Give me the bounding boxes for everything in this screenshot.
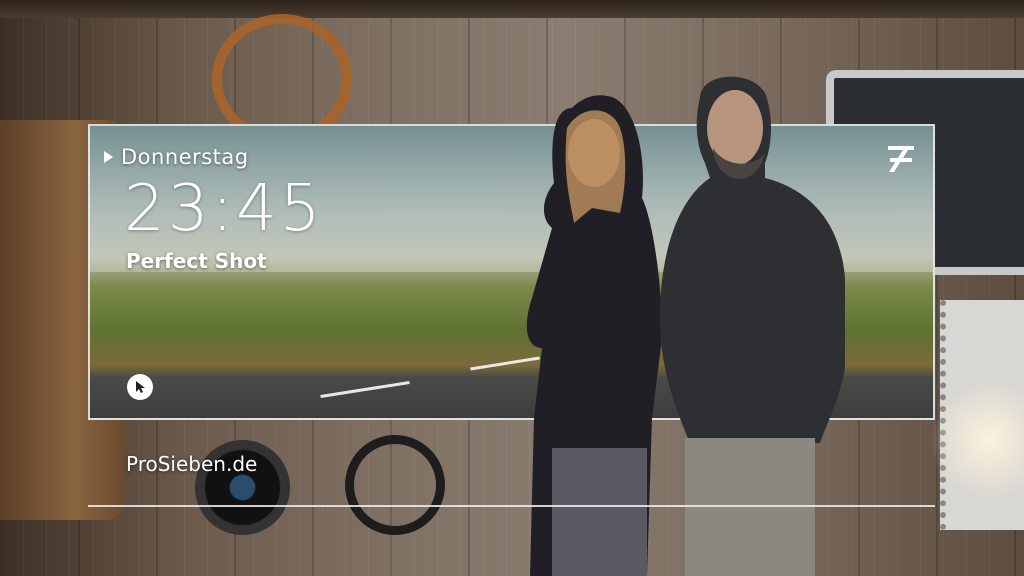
man-figure: [660, 76, 845, 576]
cursor-icon[interactable]: [127, 374, 153, 400]
road-marking: [320, 380, 410, 399]
broadcast-day: Donnerstag: [121, 145, 249, 169]
show-title: Perfect Shot: [126, 249, 267, 273]
woman-figure: [526, 95, 662, 576]
day-row: Donnerstag: [104, 145, 249, 169]
lens-ring: [345, 435, 445, 535]
prosieben-logo: [888, 146, 914, 172]
background-top-edge: [0, 0, 1024, 18]
bottom-divider: [88, 505, 935, 507]
website-link[interactable]: ProSieben.de: [126, 452, 257, 476]
broadcast-time: 23:45: [124, 172, 324, 246]
play-icon: [104, 151, 113, 163]
